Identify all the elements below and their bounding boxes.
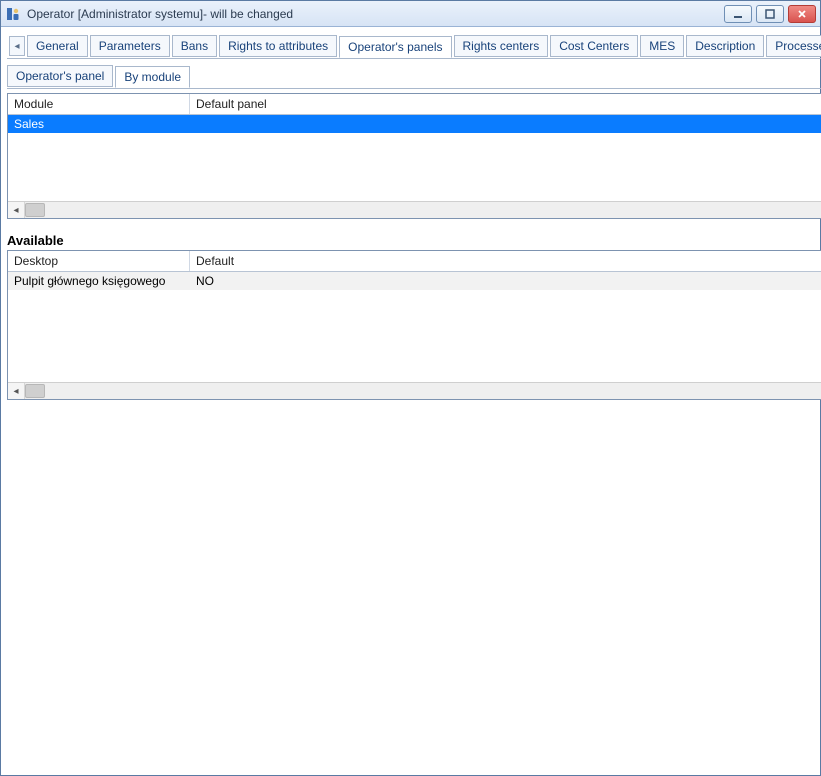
scroll-left-icon[interactable]: ◂ (8, 383, 25, 399)
tab-parameters[interactable]: Parameters (90, 35, 170, 57)
modules-col-module[interactable]: Module (8, 94, 190, 114)
modules-hscroll[interactable]: ◂ ▸ (8, 201, 821, 218)
modules-grid[interactable]: Module Default panel Sales ◂ ▸ (7, 93, 821, 219)
app-icon (5, 6, 21, 22)
tab-description[interactable]: Description (686, 35, 764, 57)
tab-rights-centers[interactable]: Rights centers (454, 35, 549, 57)
tab-cost-centers[interactable]: Cost Centers (550, 35, 638, 57)
tab-rights-to-attributes[interactable]: Rights to attributes (219, 35, 337, 57)
tab-bans[interactable]: Bans (172, 35, 217, 57)
scroll-left-icon[interactable]: ◂ (8, 202, 25, 218)
sub-tabstrip: Operator's panel By module (7, 59, 821, 89)
titlebar: Operator [Administrator systemu]- will b… (1, 1, 820, 27)
available-cell-desktop: Pulpit głównego księgowego (8, 272, 190, 290)
window-title: Operator [Administrator systemu]- will b… (27, 7, 724, 21)
modules-row[interactable]: Sales (8, 115, 821, 133)
scroll-thumb[interactable] (25, 384, 45, 398)
minimize-button[interactable] (724, 5, 752, 23)
tab-operators-panels[interactable]: Operator's panels (339, 36, 451, 58)
main-tabstrip: ◂ General Parameters Bans Rights to attr… (7, 31, 821, 59)
modules-cell-module: Sales (8, 115, 190, 133)
modules-col-default-panel[interactable]: Default panel (190, 94, 821, 114)
maximize-button[interactable] (756, 5, 784, 23)
subtab-operators-panel[interactable]: Operator's panel (7, 65, 113, 87)
available-col-desktop[interactable]: Desktop (8, 251, 190, 271)
available-heading: Available (7, 233, 821, 248)
available-col-default[interactable]: Default (190, 251, 821, 271)
modules-cell-default-panel (190, 115, 821, 133)
close-button[interactable] (788, 5, 816, 23)
available-grid[interactable]: Desktop Default Pulpit głównego księgowe… (7, 250, 821, 400)
scroll-thumb[interactable] (25, 203, 45, 217)
tabs-scroll-left[interactable]: ◂ (9, 36, 25, 56)
tab-processes[interactable]: Processes (766, 35, 821, 57)
tab-general[interactable]: General (27, 35, 88, 57)
available-row[interactable]: Pulpit głównego księgowego NO (8, 272, 821, 290)
subtab-by-module[interactable]: By module (115, 66, 190, 88)
available-hscroll[interactable]: ◂ ▸ (8, 382, 821, 399)
tab-mes[interactable]: MES (640, 35, 684, 57)
available-cell-default: NO (190, 272, 821, 290)
